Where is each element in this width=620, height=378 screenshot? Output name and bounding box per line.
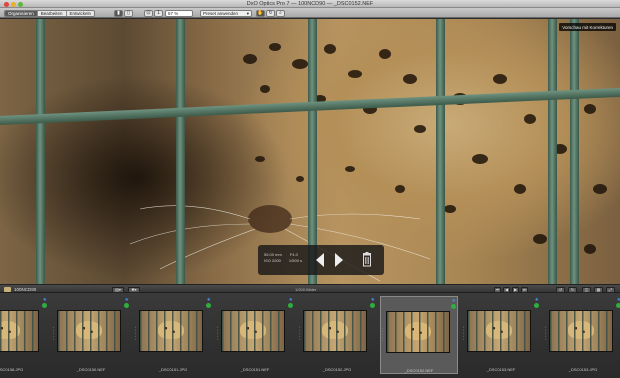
filmstrip-thumbnail[interactable]: ★ • • • • • _DSC0152.JPG bbox=[298, 296, 376, 374]
filmstrip-thumbnail[interactable]: ★ • • • • • _DSC0153.NEF bbox=[462, 296, 540, 374]
thumbnail-filename: _DSC0152.NEF bbox=[404, 368, 434, 373]
fullscreen-icon[interactable]: ⤢ bbox=[606, 286, 615, 293]
trash-icon[interactable] bbox=[362, 252, 372, 267]
prev-page-icon[interactable]: ◀ bbox=[503, 286, 510, 293]
checkmark-icon[interactable] bbox=[616, 303, 620, 308]
previous-image-icon[interactable] bbox=[316, 253, 324, 267]
title-bar: DxO Optics Pro 7 — 100NCD90 — _DSC0152.N… bbox=[0, 0, 620, 8]
single-view-icon[interactable]: ▮ bbox=[114, 9, 123, 17]
actual-size-icon[interactable]: 1 bbox=[154, 9, 163, 17]
mode-tabs: Organisieren Bearbeiten Entwickeln bbox=[4, 9, 96, 17]
thumbnail-image bbox=[467, 310, 531, 352]
tab-bearbeiten[interactable]: Bearbeiten bbox=[38, 10, 67, 16]
filmstrip-thumbnail[interactable]: ★•••••_DSC0158.JPG bbox=[0, 296, 48, 374]
compare-view-icon[interactable]: ▯ bbox=[124, 9, 133, 17]
checkmark-icon[interactable] bbox=[42, 303, 47, 308]
settings-icon[interactable]: ✱▾ bbox=[128, 286, 140, 293]
checkmark-icon[interactable] bbox=[451, 304, 456, 309]
thumbnail-image bbox=[139, 310, 203, 352]
thumbnail-filename: _DSC0150.NEF bbox=[76, 367, 106, 372]
preview-badge: Vorschau mit Korrekturen bbox=[559, 23, 616, 31]
chevron-down-icon: ▾ bbox=[246, 10, 249, 16]
rating-dots[interactable]: • • • • • bbox=[382, 327, 384, 342]
fence-bar bbox=[176, 19, 185, 284]
rotate-icon[interactable]: ↻ bbox=[266, 9, 275, 17]
rating-dots[interactable]: • • • • • bbox=[299, 326, 301, 341]
thumbnail-filename: _DSC0158.JPG bbox=[0, 367, 24, 372]
checkmark-icon[interactable] bbox=[370, 303, 375, 308]
image-viewer[interactable]: Vorschau mit Korrekturen 55.00 mm F4.0 IS… bbox=[0, 19, 620, 284]
thumbnail-filename: _DSC0152.JPG bbox=[322, 367, 352, 372]
thumbnail-image bbox=[0, 310, 39, 352]
rating-dots[interactable]: • • • • • bbox=[53, 326, 55, 341]
zoom-tool-icon[interactable]: ⌕ bbox=[276, 9, 285, 17]
rotate-left-icon[interactable]: ↺ bbox=[556, 286, 565, 293]
image-count: 1/200 Bilder bbox=[295, 286, 317, 292]
next-image-icon[interactable] bbox=[335, 253, 343, 267]
folder-icon bbox=[4, 287, 11, 292]
zoom-field[interactable]: 67 % bbox=[165, 9, 193, 17]
fence-bar bbox=[36, 19, 45, 284]
checkmark-icon[interactable] bbox=[124, 303, 129, 308]
thumbnail-image bbox=[386, 311, 450, 353]
checkmark-icon[interactable] bbox=[534, 303, 539, 308]
sort-icon[interactable]: ▤▾ bbox=[112, 286, 124, 293]
exif-info: 55.00 mm F4.0 ISO 2000 1/500 s bbox=[264, 252, 310, 264]
checkmark-icon[interactable] bbox=[206, 303, 211, 308]
rating-dots[interactable]: • • • • • bbox=[217, 326, 219, 341]
next-page-icon[interactable]: ▶ bbox=[512, 286, 519, 293]
thumbnail-image bbox=[221, 310, 285, 352]
shutter-speed: 1/500 s bbox=[288, 258, 303, 263]
filmstrip: ★•••••_DSC0158.JPG★•••••_DSC0150.NEF★•••… bbox=[0, 293, 620, 378]
tab-organisieren[interactable]: Organisieren bbox=[5, 10, 38, 16]
browser-bar: 100NCD90 ▤▾ ✱▾ 1/200 Bilder ⏮ ◀ ▶ ⏭ ↺ ↻ … bbox=[0, 284, 620, 293]
hand-tool-icon[interactable]: ✋ bbox=[256, 9, 265, 17]
thumbnail-image bbox=[303, 310, 367, 352]
rating-dots[interactable]: • • • • • bbox=[135, 326, 137, 341]
filmstrip-thumbnail[interactable]: ★ • • • • • _DSC0150.NEF bbox=[52, 296, 130, 374]
last-image-icon[interactable]: ⏭ bbox=[521, 286, 528, 293]
thumbnail-image bbox=[57, 310, 121, 352]
thumbnail-filename: _DSC0151.JPG bbox=[158, 367, 188, 372]
thumbnail-filename: _DSC0153.NEF bbox=[486, 367, 516, 372]
filmstrip-thumbnail[interactable]: ★ • • • • • _DSC0151.JPG bbox=[134, 296, 212, 374]
toolbar: Organisieren Bearbeiten Entwickeln ▮ ▯ ⊡… bbox=[0, 8, 620, 18]
first-image-icon[interactable]: ⏮ bbox=[494, 286, 501, 293]
checkmark-icon[interactable] bbox=[288, 303, 293, 308]
thumbnail-image bbox=[549, 310, 613, 352]
rotate-right-icon[interactable]: ↻ bbox=[568, 286, 577, 293]
iso-value: ISO 2000 bbox=[264, 258, 281, 263]
rating-dots[interactable]: • • • • • bbox=[463, 326, 465, 341]
grid-view-icon[interactable]: ▦ bbox=[594, 286, 603, 293]
tab-entwickeln[interactable]: Entwickeln bbox=[67, 11, 95, 16]
filmstrip-thumbnail[interactable]: ★ • • • • • _DSC0152.NEF bbox=[380, 296, 458, 374]
filmstrip-thumbnail[interactable]: ★ • • • • • _DSC0153.JPG bbox=[544, 296, 620, 374]
window-title: DxO Optics Pro 7 — 100NCD90 — _DSC0152.N… bbox=[246, 1, 374, 7]
navigation-hud: 55.00 mm F4.0 ISO 2000 1/500 s bbox=[258, 245, 384, 275]
fence-bar bbox=[548, 19, 557, 284]
preset-label: Preset anwenden bbox=[203, 10, 239, 16]
folder-name: 100NCD90 bbox=[14, 286, 37, 292]
thumbnail-filename: _DSC0153.JPG bbox=[568, 367, 598, 372]
preset-dropdown[interactable]: Preset anwenden ▾ bbox=[200, 9, 252, 17]
fence-bar bbox=[436, 19, 445, 284]
fence-bar bbox=[570, 19, 579, 284]
fit-screen-icon[interactable]: ⊡ bbox=[144, 9, 153, 17]
thumbnail-filename: _DSC0151.NEF bbox=[240, 367, 270, 372]
filmstrip-thumbnail[interactable]: ★ • • • • • _DSC0151.NEF bbox=[216, 296, 294, 374]
rating-dots[interactable]: • • • • • bbox=[545, 326, 547, 341]
compare-icon[interactable]: ◫ bbox=[582, 286, 591, 293]
